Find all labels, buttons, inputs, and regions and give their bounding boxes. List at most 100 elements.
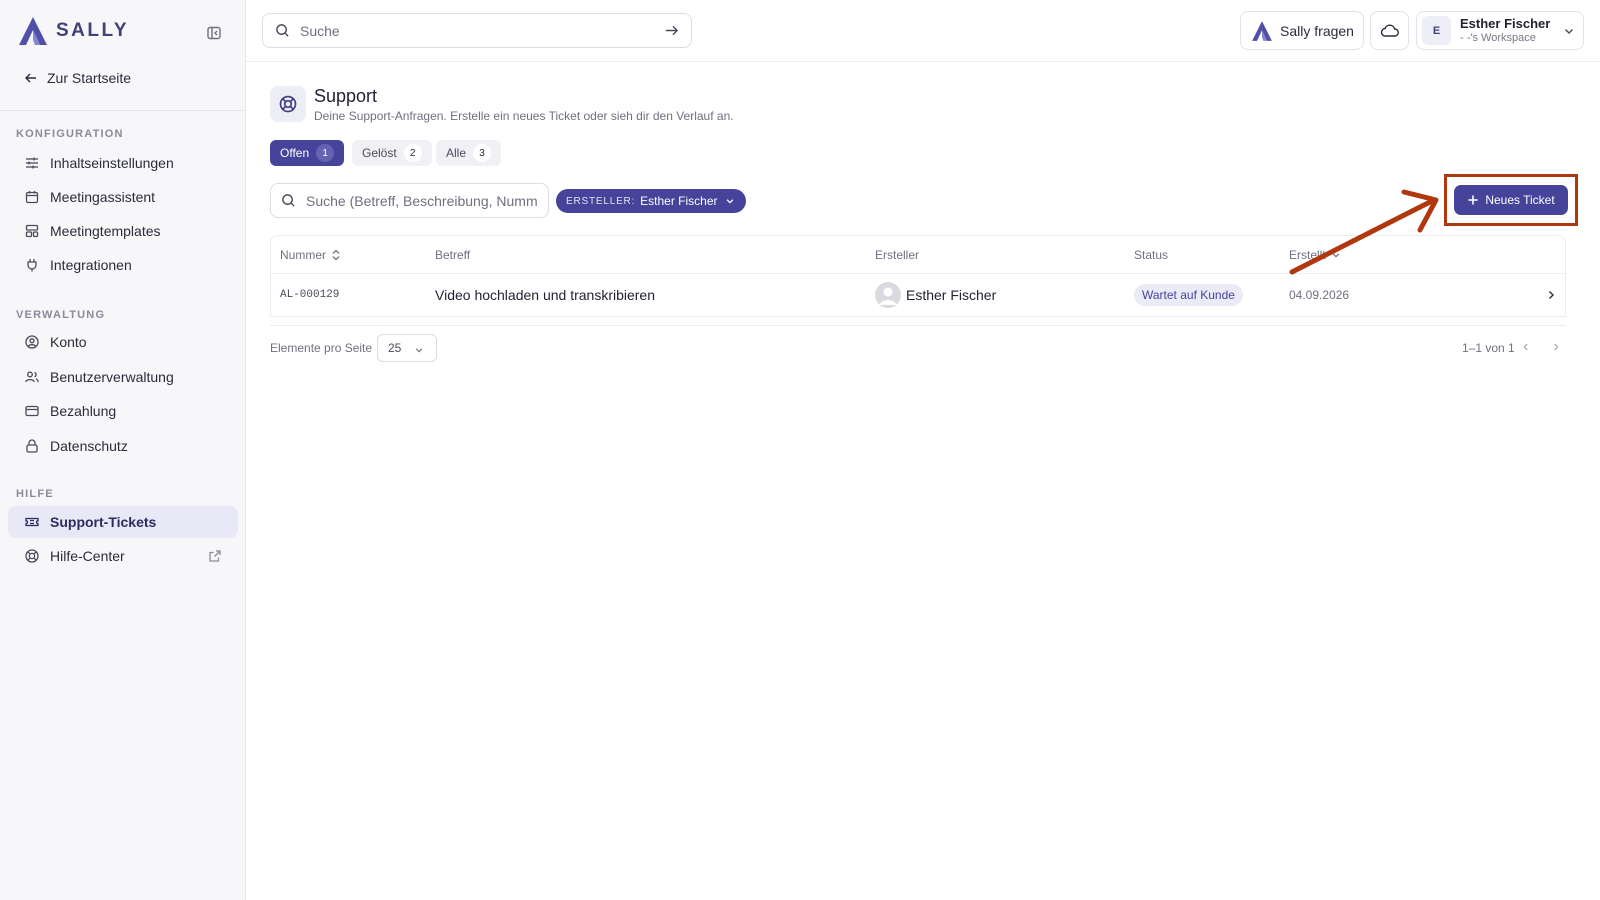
ask-sally-button[interactable]: Sally fragen xyxy=(1240,11,1364,50)
sidebar-item-label: Bezahlung xyxy=(50,403,117,419)
page-subtitle: Deine Support-Anfragen. Erstelle ein neu… xyxy=(314,109,734,123)
new-ticket-button[interactable]: Neues Ticket xyxy=(1454,185,1568,215)
sidebar-collapse-button[interactable] xyxy=(203,22,225,44)
brand-logo[interactable]: SALLY xyxy=(16,14,129,48)
sally-logo-icon xyxy=(19,17,47,45)
sidebar-item-inhaltseinstellungen[interactable]: Inhaltseinstellungen xyxy=(8,147,238,179)
row-open-chevron[interactable] xyxy=(1545,274,1557,316)
new-ticket-label: Neues Ticket xyxy=(1485,193,1555,207)
user-menu[interactable]: E Esther Fischer - -'s Workspace xyxy=(1416,11,1584,50)
sidebar: SALLY Zur Startseite KONFIGURATION Inhal… xyxy=(0,0,246,900)
tab-offen[interactable]: Offen 1 xyxy=(270,140,345,166)
chevron-down-icon xyxy=(1332,253,1340,258)
sidebar-item-label: Integrationen xyxy=(50,257,132,273)
ticket-status-cell: Wartet auf Kunde xyxy=(1134,274,1243,316)
users-icon xyxy=(25,371,39,383)
sally-logo-icon xyxy=(1252,20,1272,41)
user-info: Esther Fischer - -'s Workspace xyxy=(1460,16,1550,45)
arrow-right-icon[interactable] xyxy=(664,23,679,38)
per-page-select[interactable]: 25 xyxy=(377,334,437,362)
ticket-icon xyxy=(25,517,39,527)
chevron-left-icon xyxy=(1523,343,1528,351)
sidebar-item-integrationen[interactable]: Integrationen xyxy=(8,249,238,281)
support-page-icon xyxy=(270,86,306,122)
column-header-erstellt[interactable]: Erstellt xyxy=(1289,248,1341,262)
tab-geloest[interactable]: Gelöst 2 xyxy=(352,140,432,166)
sidebar-item-meetingassistent[interactable]: Meetingassistent xyxy=(8,181,238,213)
sidebar-item-label: Meetingtemplates xyxy=(50,223,161,239)
cloud-status-button[interactable] xyxy=(1370,11,1409,50)
calendar-icon xyxy=(25,191,39,204)
table-row[interactable]: AL-000129 Video hochladen und transkribi… xyxy=(270,273,1566,317)
ticket-number: AL-000129 xyxy=(280,289,340,301)
tab-label: Offen xyxy=(280,146,310,160)
next-page-button[interactable] xyxy=(1548,339,1564,355)
chevron-down-icon xyxy=(726,199,733,204)
sort-icon xyxy=(332,249,340,261)
brand-name: SALLY xyxy=(56,20,130,41)
lifebuoy-icon xyxy=(25,549,39,563)
filter-value: Esther Fischer xyxy=(640,194,718,208)
lifebuoy-icon xyxy=(279,95,297,113)
page-title: Support xyxy=(314,86,378,106)
column-label: Status xyxy=(1134,248,1169,262)
filter-key: ERSTELLER: xyxy=(566,195,636,207)
status-badge: Wartet auf Kunde xyxy=(1134,284,1243,306)
column-label: Nummer xyxy=(280,248,327,262)
sidebar-item-label: Hilfe-Center xyxy=(50,548,125,564)
global-search-input[interactable] xyxy=(300,22,664,39)
sidebar-item-label: Meetingassistent xyxy=(50,189,156,205)
sidebar-item-label: Support-Tickets xyxy=(50,514,157,530)
search-icon xyxy=(282,194,295,207)
lock-icon xyxy=(26,439,38,453)
user-workspace: - -'s Workspace xyxy=(1460,31,1536,44)
sidebar-item-label: Benutzerverwaltung xyxy=(50,369,174,385)
sliders-icon xyxy=(26,157,38,169)
tab-label: Gelöst xyxy=(362,146,397,160)
plug-icon xyxy=(27,259,37,272)
section-label-verwaltung: VERWALTUNG xyxy=(16,309,106,321)
sidebar-item-hilfe-center[interactable]: Hilfe-Center xyxy=(8,540,238,572)
template-icon xyxy=(25,224,39,238)
tab-label: Alle xyxy=(446,146,467,160)
user-circle-icon xyxy=(25,335,39,349)
avatar xyxy=(875,282,901,308)
column-label: Betreff xyxy=(435,248,471,262)
per-page-value: 25 xyxy=(388,341,402,355)
table-divider xyxy=(270,325,1566,326)
ticket-creator: Esther Fischer xyxy=(875,274,996,316)
chevron-down-icon xyxy=(415,348,423,353)
back-link-label: Zur Startseite xyxy=(47,70,132,86)
ask-sally-label: Sally fragen xyxy=(1280,22,1354,39)
panel-collapse-icon xyxy=(207,26,221,40)
external-link-icon xyxy=(209,550,221,562)
ticket-search-input[interactable] xyxy=(306,192,538,209)
sidebar-item-bezahlung[interactable]: Bezahlung xyxy=(8,395,238,427)
column-label: Erstellt xyxy=(1289,248,1326,262)
column-header-ersteller: Ersteller xyxy=(875,248,919,262)
back-to-home-link[interactable]: Zur Startseite xyxy=(24,66,131,90)
ticket-search-box[interactable] xyxy=(270,183,549,218)
column-header-nummer[interactable]: Nummer xyxy=(280,248,341,262)
global-search-box[interactable] xyxy=(262,13,692,48)
ticket-created-date: 04.09.2026 xyxy=(1289,288,1350,302)
pagination-info: 1–1 von 1 xyxy=(1462,341,1515,355)
search-icon xyxy=(276,24,289,37)
tab-count-badge: 3 xyxy=(473,144,492,162)
sidebar-item-benutzerverwaltung[interactable]: Benutzerverwaltung xyxy=(8,361,238,393)
sidebar-item-datenschutz[interactable]: Datenschutz xyxy=(8,430,238,462)
cloud-icon xyxy=(1380,24,1399,37)
tab-count-badge: 1 xyxy=(316,144,335,162)
sidebar-item-support-tickets[interactable]: Support-Tickets xyxy=(8,506,238,538)
section-label-konfiguration: KONFIGURATION xyxy=(16,128,124,140)
user-placeholder-icon xyxy=(879,287,897,305)
ticket-subject: Video hochladen und transkribieren xyxy=(435,287,656,303)
sidebar-item-konto[interactable]: Konto xyxy=(8,326,238,358)
per-page-label: Elemente pro Seite xyxy=(270,341,373,355)
tab-alle[interactable]: Alle 3 xyxy=(436,140,502,166)
creator-filter-chip[interactable]: ERSTELLER: Esther Fischer xyxy=(556,189,746,213)
previous-page-button[interactable] xyxy=(1518,339,1534,355)
sidebar-item-meetingtemplates[interactable]: Meetingtemplates xyxy=(8,215,238,247)
column-header-status: Status xyxy=(1134,248,1168,262)
chevron-right-icon xyxy=(1549,291,1554,299)
